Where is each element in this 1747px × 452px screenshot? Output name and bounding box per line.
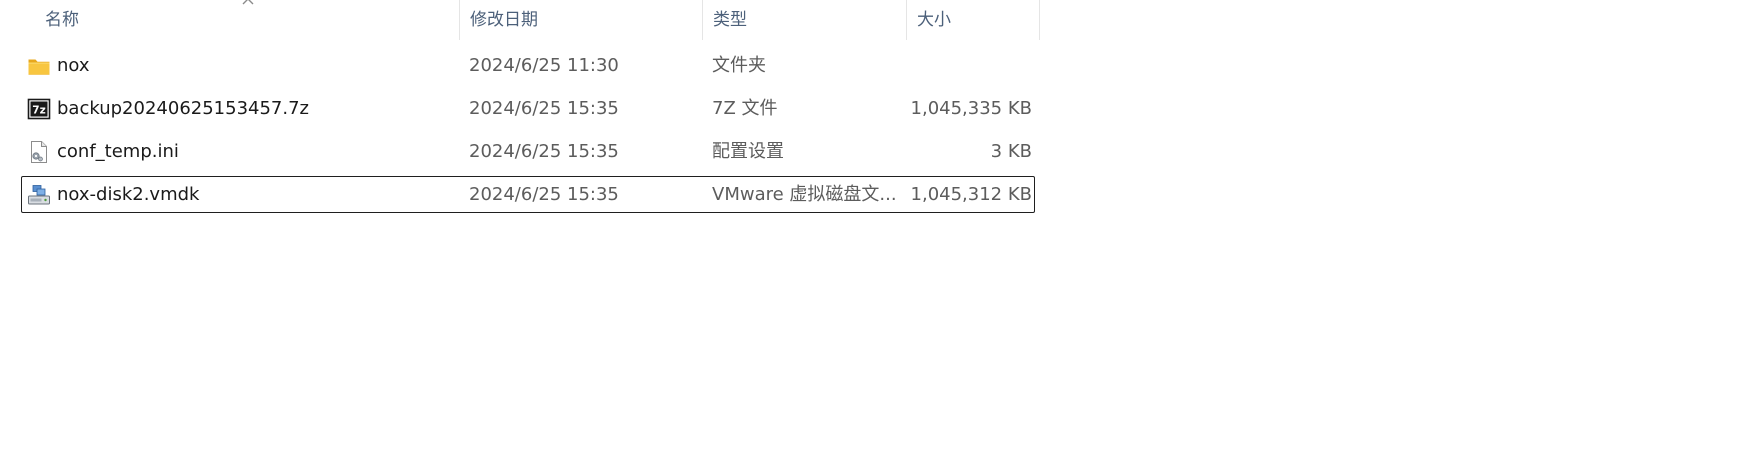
file-name: conf_temp.ini — [57, 141, 179, 162]
file-type: 7Z 文件 — [712, 98, 778, 119]
column-header-type[interactable]: 类型 — [702, 0, 906, 40]
file-type: 配置设置 — [712, 141, 784, 162]
column-header-name-label: 名称 — [45, 10, 79, 30]
column-header-date-modified[interactable]: 修改日期 — [459, 0, 702, 40]
file-row-conf-temp-ini[interactable]: conf_temp.ini 2024/6/25 15:35 配置设置 3 KB — [0, 133, 1040, 176]
file-type: 文件夹 — [712, 55, 766, 76]
file-date-modified: 2024/6/25 15:35 — [469, 141, 619, 162]
column-header-size-label: 大小 — [917, 10, 951, 30]
file-date-modified: 2024/6/25 11:30 — [469, 55, 619, 76]
file-name: backup20240625153457.7z — [57, 98, 310, 119]
file-size: 3 KB — [990, 141, 1032, 162]
7z-archive-icon: 7z — [27, 98, 51, 120]
column-header-date-label: 修改日期 — [470, 10, 538, 30]
file-row-backup-7z[interactable]: 7z backup20240625153457.7z 2024/6/25 15:… — [0, 90, 1040, 133]
file-name: nox-disk2.vmdk — [57, 184, 200, 205]
file-list: nox 2024/6/25 11:30 文件夹 7z backup2024062… — [0, 47, 1040, 219]
folder-icon — [28, 59, 50, 75]
file-size — [906, 47, 1032, 84]
ini-settings-file-icon — [31, 141, 47, 163]
file-row-nox-disk2-vmdk[interactable]: nox-disk2.vmdk 2024/6/25 15:35 VMware 虚拟… — [0, 176, 1040, 219]
svg-text:7z: 7z — [32, 105, 45, 117]
vmware-disk-icon — [28, 185, 50, 205]
column-header-bar: 名称 修改日期 类型 大小 — [0, 0, 1040, 40]
file-explorer-list-view: 名称 修改日期 类型 大小 nox 2024/6/25 11:30 文件夹 7z… — [0, 0, 1747, 452]
column-header-type-label: 类型 — [713, 10, 747, 30]
file-size: 1,045,312 KB — [910, 184, 1032, 205]
file-type: VMware 虚拟磁盘文... — [712, 184, 897, 205]
file-name: nox — [57, 55, 90, 76]
chevron-up-icon — [242, 0, 254, 5]
file-date-modified: 2024/6/25 15:35 — [469, 184, 619, 205]
file-row-nox[interactable]: nox 2024/6/25 11:30 文件夹 — [0, 47, 1040, 90]
file-date-modified: 2024/6/25 15:35 — [469, 98, 619, 119]
file-size: 1,045,335 KB — [910, 98, 1032, 119]
column-header-size[interactable]: 大小 — [906, 0, 1040, 40]
column-header-name[interactable]: 名称 — [0, 0, 459, 40]
